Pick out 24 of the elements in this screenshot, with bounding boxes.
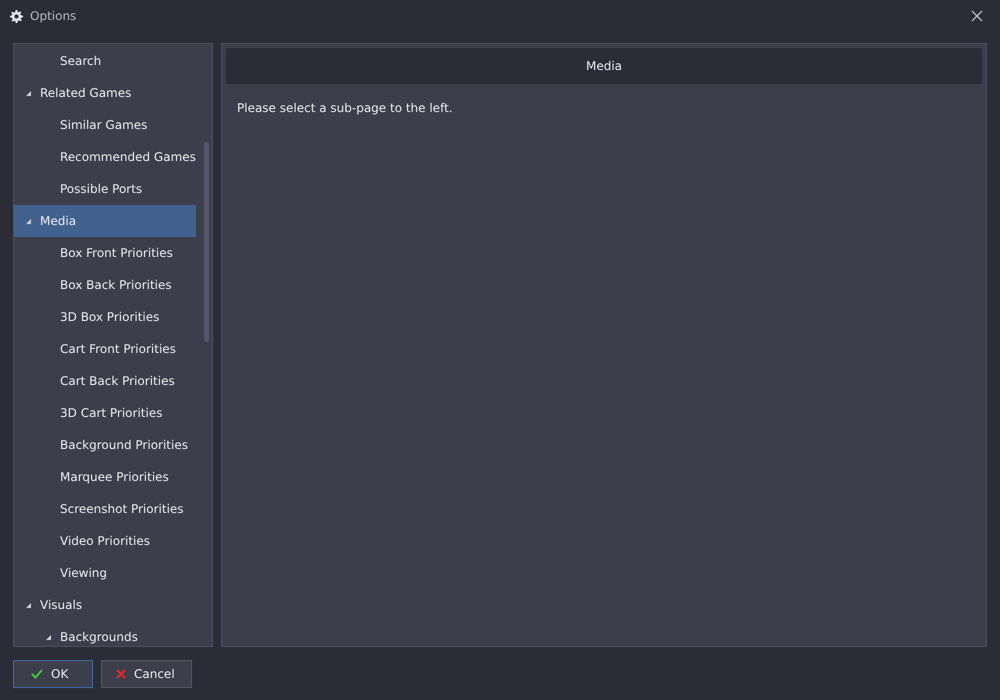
tree-item[interactable]: Search <box>14 45 196 77</box>
tree-item[interactable]: Recommended Games <box>14 141 196 173</box>
tree-item[interactable]: Cart Front Priorities <box>14 333 196 365</box>
tree-item[interactable]: Cart Back Priorities <box>14 365 196 397</box>
tree-item[interactable]: Backgrounds <box>14 621 196 646</box>
tree-item[interactable]: 3D Box Priorities <box>14 301 196 333</box>
tree-item[interactable]: Similar Games <box>14 109 196 141</box>
page-message: Please select a sub-page to the left. <box>236 100 454 117</box>
tree-item[interactable]: Box Back Priorities <box>14 269 196 301</box>
tree-item[interactable]: Media <box>14 205 196 237</box>
tree-item[interactable]: Screenshot Priorities <box>14 493 196 525</box>
tree-item[interactable]: Marquee Priorities <box>14 461 196 493</box>
window-title: Options <box>30 9 78 23</box>
ok-button[interactable]: OK <box>13 660 93 688</box>
tree-item[interactable]: Related Games <box>14 77 196 109</box>
tree-item[interactable]: Viewing <box>14 557 196 589</box>
tree-item[interactable]: Possible Ports <box>14 173 196 205</box>
tree-item[interactable]: 3D Cart Priorities <box>14 397 196 429</box>
page-header: Media <box>226 48 982 84</box>
tree-item[interactable]: Box Front Priorities <box>14 237 196 269</box>
tree-item[interactable]: Video Priorities <box>14 525 196 557</box>
tree-item[interactable]: Visuals <box>14 589 196 621</box>
cancel-button[interactable]: Cancel <box>101 660 192 688</box>
tree-item[interactable]: Background Priorities <box>14 429 196 461</box>
